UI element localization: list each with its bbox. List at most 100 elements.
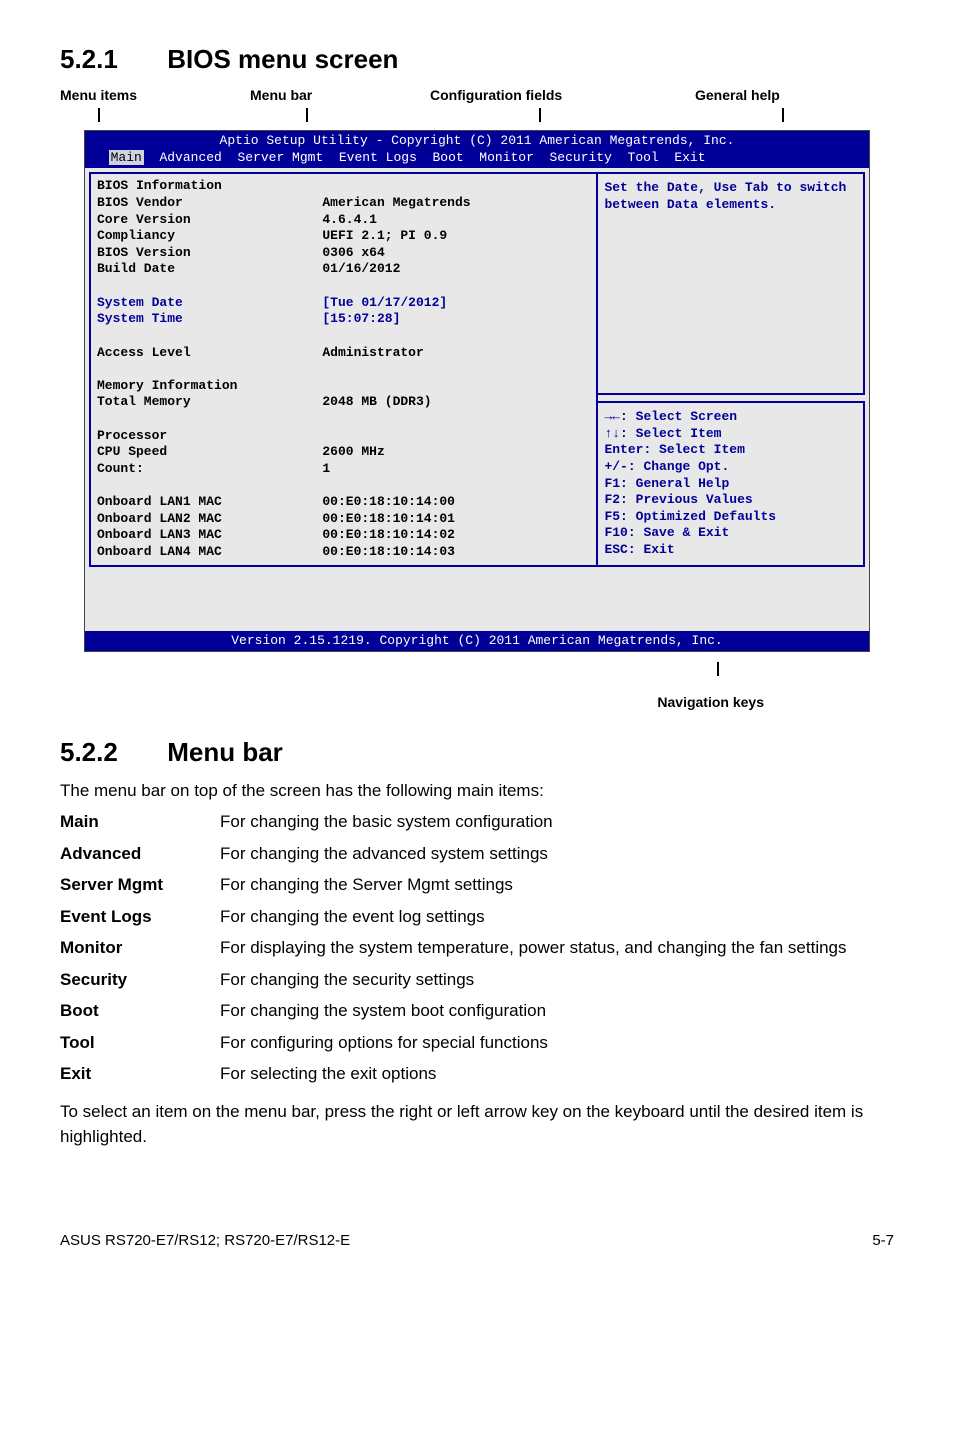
def-term: Exit [60, 1061, 220, 1087]
section-521-heading: 5.2.1 BIOS menu screen [60, 40, 894, 79]
field-proc-label: Processor [97, 428, 310, 445]
def-term: Server Mgmt [60, 872, 220, 898]
field-cpuspd-label: CPU Speed [97, 444, 310, 461]
section-521-title: BIOS menu screen [167, 44, 398, 74]
field-sdate-value[interactable]: [Tue 01/17/2012] [322, 295, 590, 312]
def-desc: For changing the advanced system setting… [220, 841, 894, 867]
field-compliancy-value: UEFI 2.1; PI 0.9 [322, 228, 590, 245]
field-vendor-value: American Megatrends [322, 195, 590, 212]
def-desc: For selecting the exit options [220, 1061, 894, 1087]
field-stime-label[interactable]: System Time [97, 311, 310, 328]
bios-footer-text: Version 2.15.1219. Copyright (C) 2011 Am… [93, 633, 861, 650]
field-core-label: Core Version [97, 212, 310, 229]
footer-left: ASUS RS720-E7/RS12; RS720-E7/RS12-E [60, 1230, 350, 1253]
bios-screen: Aptio Setup Utility - Copyright (C) 2011… [84, 130, 870, 652]
def-term: Advanced [60, 841, 220, 867]
def-desc: For changing the system boot configurati… [220, 998, 894, 1024]
field-mac3-value: 00:E0:18:10:14:02 [322, 527, 590, 544]
def-row: MainFor changing the basic system config… [60, 809, 894, 835]
nav-select-item: ↑↓: Select Item [604, 426, 857, 443]
field-access-label: Access Level [97, 345, 310, 362]
field-count-value: 1 [322, 461, 590, 478]
field-count-label: Count: [97, 461, 310, 478]
def-row: ExitFor selecting the exit options [60, 1061, 894, 1087]
label-menu-items: Menu items [60, 85, 137, 106]
def-term: Security [60, 967, 220, 993]
bios-help-text: Set the Date, Use Tab to switch between … [598, 172, 865, 395]
definitions-table: MainFor changing the basic system config… [60, 809, 894, 1087]
navigation-keys-label: Navigation keys [60, 692, 894, 713]
tick-icon [306, 108, 308, 122]
field-mac1-label: Onboard LAN1 MAC [97, 494, 310, 511]
def-desc: For changing the security settings [220, 967, 894, 993]
bios-header-line1: Aptio Setup Utility - Copyright (C) 2011… [93, 133, 861, 150]
nav-f2: F2: Previous Values [604, 492, 857, 509]
def-desc: For changing the basic system configurat… [220, 809, 894, 835]
bios-labels-row: Menu items Menu bar Configuration fields… [60, 85, 894, 106]
menubar-intro: The menu bar on top of the screen has th… [60, 778, 894, 804]
bios-labels-ticks [60, 108, 894, 122]
field-stime-value[interactable]: [15:07:28] [322, 311, 590, 328]
def-desc: For displaying the system temperature, p… [220, 935, 894, 961]
tick-icon [98, 108, 100, 122]
section-521-num: 5.2.1 [60, 40, 160, 79]
field-bversion-value: 0306 x64 [322, 245, 590, 262]
def-row: BootFor changing the system boot configu… [60, 998, 894, 1024]
tick-icon [782, 108, 784, 122]
bios-right-col: Set the Date, Use Tab to switch between … [598, 172, 865, 566]
bios-left-col: BIOS Information BIOS Vendor Core Versio… [89, 172, 316, 566]
field-mac1-value: 00:E0:18:10:14:00 [322, 494, 590, 511]
bios-tabs[interactable]: Main Advanced Server Mgmt Event Logs Boo… [93, 150, 861, 167]
field-bdate-value: 01/16/2012 [322, 261, 590, 278]
note-text: To select an item on the menu bar, press… [60, 1099, 894, 1150]
nav-enter: Enter: Select Item [604, 442, 857, 459]
nav-f5: F5: Optimized Defaults [604, 509, 857, 526]
nav-f10: F10: Save & Exit [604, 525, 857, 542]
field-tmem-label: Total Memory [97, 394, 310, 411]
def-term: Tool [60, 1030, 220, 1056]
field-core-value: 4.6.4.1 [322, 212, 590, 229]
field-tmem-value: 2048 MB (DDR3) [322, 394, 590, 411]
field-meminfo-label: Memory Information [97, 378, 310, 395]
def-row: ToolFor configuring options for special … [60, 1030, 894, 1056]
section-522-title: Menu bar [167, 737, 283, 767]
def-row: SecurityFor changing the security settin… [60, 967, 894, 993]
bios-footer: Version 2.15.1219. Copyright (C) 2011 Am… [85, 631, 869, 652]
field-sdate-label[interactable]: System Date [97, 295, 310, 312]
field-compliancy-label: Compliancy [97, 228, 310, 245]
bios-nav-keys: →←: Select Screen ↑↓: Select Item Enter:… [598, 401, 865, 567]
field-mac4-label: Onboard LAN4 MAC [97, 544, 310, 561]
tick-icon [717, 662, 719, 676]
nav-select-screen: →←: Select Screen [604, 409, 857, 426]
def-term: Monitor [60, 935, 220, 961]
nav-change-opt: +/-: Change Opt. [604, 459, 857, 476]
def-term: Boot [60, 998, 220, 1024]
def-desc: For changing the event log settings [220, 904, 894, 930]
field-mac4-value: 00:E0:18:10:14:03 [322, 544, 590, 561]
def-row: AdvancedFor changing the advanced system… [60, 841, 894, 867]
field-bversion-label: BIOS Version [97, 245, 310, 262]
field-mac2-value: 00:E0:18:10:14:01 [322, 511, 590, 528]
nav-f1: F1: General Help [604, 476, 857, 493]
nav-esc: ESC: Exit [604, 542, 857, 559]
label-config-fields: Configuration fields [430, 85, 562, 106]
label-general-help: General help [695, 85, 780, 106]
field-access-value: Administrator [322, 345, 590, 362]
bios-tab-main[interactable]: Main [109, 150, 144, 165]
section-522-heading: 5.2.2 Menu bar [60, 733, 894, 772]
def-row: Server MgmtFor changing the Server Mgmt … [60, 872, 894, 898]
tick-icon [539, 108, 541, 122]
bios-blank-area [85, 571, 869, 631]
bios-tab-rest[interactable]: Advanced Server Mgmt Event Logs Boot Mon… [159, 150, 705, 165]
bios-header: Aptio Setup Utility - Copyright (C) 2011… [85, 131, 869, 168]
def-desc: For changing the Server Mgmt settings [220, 872, 894, 898]
footer-right: 5-7 [872, 1230, 894, 1253]
label-menu-bar: Menu bar [250, 85, 312, 106]
field-cpuspd-value: 2600 MHz [322, 444, 590, 461]
field-bdate-label: Build Date [97, 261, 310, 278]
bios-info-header: BIOS Information [97, 178, 310, 195]
field-mac2-label: Onboard LAN2 MAC [97, 511, 310, 528]
def-term: Event Logs [60, 904, 220, 930]
field-vendor-label: BIOS Vendor [97, 195, 310, 212]
page-footer: ASUS RS720-E7/RS12; RS720-E7/RS12-E 5-7 [60, 1230, 894, 1253]
